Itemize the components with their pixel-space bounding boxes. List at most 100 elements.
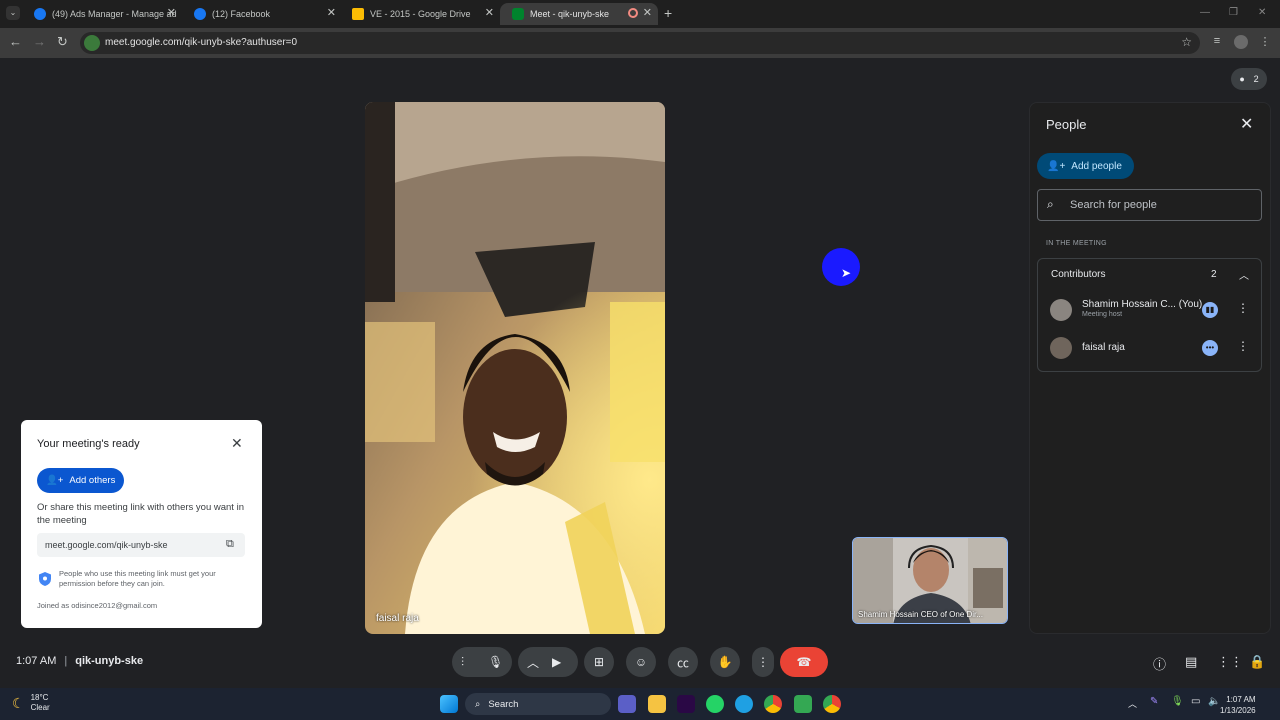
chrome-active-icon[interactable] [823, 695, 841, 713]
close-icon[interactable]: ✕ [231, 435, 243, 452]
file-explorer-icon[interactable] [648, 695, 666, 713]
whatsapp-icon[interactable] [706, 695, 724, 713]
system-time: 1:07 AM [1226, 695, 1256, 704]
tab-search-button[interactable]: ⌄ [6, 6, 20, 20]
taskbar-search[interactable]: ⌕ Search [465, 693, 611, 715]
media-controls-icon[interactable]: ≡ [1210, 35, 1224, 49]
window-close-icon[interactable]: ✕ [1258, 7, 1266, 18]
weather-temperature: 18°C [30, 693, 49, 702]
reactions-button[interactable]: ☺ [626, 647, 656, 677]
activities-icon[interactable]: ⋮⋮ [1217, 654, 1243, 670]
search-icon: ⌕ [1047, 197, 1054, 211]
host-controls-icon[interactable]: 🔒 [1249, 654, 1265, 670]
meeting-link-text[interactable]: meet.google.com/qik-unyb-ske [45, 540, 168, 550]
pen-icon[interactable]: ✎ [1150, 696, 1158, 707]
tab-close-icon[interactable]: ✕ [485, 6, 494, 19]
present-button[interactable]: ⊞ [584, 647, 614, 677]
participant-count: 2 [1253, 74, 1259, 84]
add-people-button[interactable]: 👤+ Add people [1037, 153, 1134, 179]
add-others-button[interactable]: 👤+ Add others [37, 468, 124, 493]
chrome-icon[interactable] [764, 695, 782, 713]
share-instructions: Or share this meeting link with others y… [37, 502, 244, 526]
people-search-box[interactable]: ⌕ [1037, 189, 1262, 221]
contributors-group: Contributors 2 ︿ Shamim Hossain C... (Yo… [1037, 258, 1262, 372]
main-video-tile[interactable]: faisal raja [365, 102, 665, 634]
copy-icon[interactable]: ⧉ [226, 538, 234, 551]
system-clock[interactable]: 1:07 AM 1/13/2026 [1220, 694, 1256, 716]
reload-icon[interactable]: ↻ [57, 34, 68, 50]
tab-meet[interactable]: Meet - qik-unyb-ske ✕ [500, 3, 658, 25]
meeting-ready-title: Your meeting's ready [37, 438, 140, 450]
emoji-icon: ☺ [634, 655, 648, 669]
tab-title: VE - 2015 - Google Drive [370, 9, 471, 19]
speaking-indicator-icon: ▮▮ [1202, 302, 1218, 318]
start-menu-icon[interactable] [440, 695, 458, 713]
chat-icon[interactable]: ▤ [1185, 654, 1197, 670]
app-icon[interactable] [794, 695, 812, 713]
tab-close-icon[interactable]: ✕ [643, 6, 652, 19]
network-icon[interactable]: ▭ [1191, 696, 1200, 707]
raise-hand-button[interactable]: ✋ [710, 647, 740, 677]
end-call-icon: ☎ [796, 655, 812, 669]
microphone-tray-icon[interactable]: 🎙 [1171, 696, 1184, 707]
chevron-up-icon[interactable]: ︿ [1128, 697, 1137, 710]
teams-icon[interactable] [618, 695, 636, 713]
self-view-tile[interactable]: Shamim Hossain CEO of One Dir... [852, 537, 1008, 624]
weather-widget[interactable]: ☾ 18°C Clear [12, 693, 50, 713]
camera-icon[interactable]: ▶ [552, 655, 561, 669]
more-options-icon[interactable]: ⋮ [1237, 301, 1249, 315]
more-actions-icon[interactable]: ••• [1202, 340, 1218, 356]
more-vert-icon: ⋮ [757, 655, 769, 669]
camera-group: ︿ ▶ [518, 647, 578, 677]
tab-facebook[interactable]: (12) Facebook ✕ [182, 3, 342, 25]
minimize-icon[interactable]: — [1200, 7, 1210, 18]
tab-ads-manager[interactable]: (49) Ads Manager - Manage ad ✕ [22, 3, 182, 25]
more-options-icon[interactable]: ⋮ [1237, 339, 1249, 353]
joined-as-text: Joined as odisince2012@gmail.com [37, 601, 158, 610]
participant-count-badge[interactable]: ● 2 [1231, 68, 1267, 90]
search-icon: ⌕ [475, 698, 481, 710]
captions-button[interactable]: ㏄ [668, 647, 698, 677]
forward-icon[interactable]: → [33, 34, 46, 49]
site-info-icon[interactable] [84, 35, 100, 51]
new-tab-button[interactable]: + [664, 5, 672, 21]
address-bar[interactable]: meet.google.com/qik-unyb-ske?authuser=0 … [80, 32, 1200, 54]
hand-icon: ✋ [717, 655, 733, 669]
browser-menu-icon[interactable]: ⋮ [1258, 35, 1272, 49]
participant-row[interactable]: Shamim Hossain C... (You) Meeting host ▮… [1038, 291, 1263, 329]
participant-row[interactable]: faisal raja ••• ⋮ [1038, 329, 1263, 367]
microphone-icon[interactable]: 🎙 [488, 655, 503, 669]
volume-icon[interactable]: 🔈 [1208, 696, 1220, 707]
bookmark-star-icon[interactable]: ☆ [1181, 35, 1192, 49]
browser-toolbar: ← → ↻ meet.google.com/qik-unyb-ske?authu… [0, 28, 1280, 58]
tab-close-icon[interactable]: ✕ [167, 6, 176, 19]
profile-avatar-icon[interactable] [1234, 35, 1248, 49]
meet-favicon-icon [512, 8, 524, 20]
participant-name-label: faisal raja [376, 613, 419, 624]
contributors-label[interactable]: Contributors [1051, 269, 1105, 280]
chevron-up-icon[interactable]: ︿ [527, 654, 539, 671]
avatar [1050, 299, 1072, 321]
premiere-pro-icon[interactable] [677, 695, 695, 713]
people-search-input[interactable] [1070, 196, 1255, 214]
tab-google-drive[interactable]: VE - 2015 - Google Drive ✕ [340, 3, 500, 25]
avatar [1050, 337, 1072, 359]
back-icon[interactable]: ← [9, 34, 22, 49]
close-icon[interactable]: ✕ [1240, 114, 1253, 134]
tab-close-icon[interactable]: ✕ [327, 6, 336, 19]
leave-call-button[interactable]: ☎ [780, 647, 828, 677]
participant-name: Shamim Hossain C... (You) [1082, 299, 1203, 310]
meeting-code: qik-unyb-ske [75, 655, 144, 667]
separator: | [64, 655, 68, 667]
meeting-info: 1:07 AM | qik-unyb-ske [16, 655, 143, 667]
url-text[interactable]: meet.google.com/qik-unyb-ske?authuser=0 [105, 37, 297, 48]
people-panel-title: People [1046, 117, 1087, 132]
restore-icon[interactable]: ❐ [1229, 7, 1238, 18]
more-options-button[interactable]: ⋮ [752, 647, 774, 677]
edge-icon[interactable] [735, 695, 753, 713]
meeting-details-icon[interactable]: ⓘ [1153, 654, 1166, 673]
chevron-up-icon[interactable]: ︿ [1239, 267, 1249, 282]
windows-taskbar: ☾ 18°C Clear ⌕ Search ︿ ✎ 🎙 ▭ 🔈 1:07 AM … [0, 688, 1280, 720]
people-group-icon: ● [1239, 74, 1245, 84]
audio-level-icon[interactable]: ⫶ [461, 655, 464, 670]
